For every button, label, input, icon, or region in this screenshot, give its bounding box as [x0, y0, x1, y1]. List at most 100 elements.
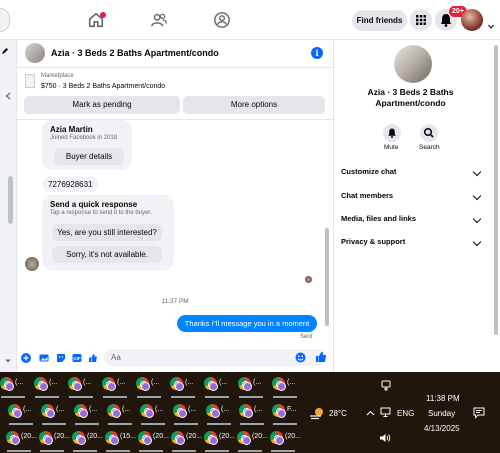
taskbar-chrome-window-button[interactable]: (... — [171, 403, 199, 425]
scrollbar-thumb[interactable] — [8, 176, 13, 224]
chat-members-row[interactable]: Chat members — [341, 191, 482, 205]
profile-overlay-icon — [107, 382, 116, 391]
taskbar-window-label: (... — [56, 406, 65, 413]
taskbar-chrome-window-button[interactable]: (... — [202, 376, 230, 398]
chat-header: Azia · 3 Beds 2 Baths Apartment/condo i — [17, 40, 333, 68]
taskbar-chrome-window-button[interactable]: (20... — [169, 430, 202, 452]
temperature[interactable]: 28°C — [329, 409, 347, 418]
taskbar-chrome-window-button[interactable]: (20... — [37, 430, 70, 452]
taskbar-chrome-window-button[interactable]: (... — [270, 376, 298, 398]
taskbar-chrome-window-button[interactable]: (... — [32, 376, 60, 398]
thumbs-up-small-icon[interactable] — [88, 353, 98, 363]
details-scrollbar-thumb[interactable] — [494, 45, 498, 335]
menu-button[interactable] — [410, 9, 432, 31]
info-icon[interactable]: i — [311, 47, 323, 59]
taskbar-chrome-window-button[interactable]: (... — [134, 376, 162, 398]
chat-scrollbar-thumb[interactable] — [325, 228, 329, 326]
taskbar-chrome-window-button[interactable]: (... — [66, 376, 94, 398]
listing-photo[interactable] — [394, 45, 432, 83]
running-indicator — [271, 450, 295, 452]
mute-button[interactable] — [383, 124, 401, 142]
windows-taskbar: (... (... (... (... (... (... (... (... (... (...… — [0, 372, 500, 453]
running-indicator — [273, 423, 297, 425]
profile-icon[interactable] — [213, 11, 231, 29]
taskbar-chrome-window-button[interactable]: (... — [100, 376, 128, 398]
language-indicator[interactable]: ENG — [397, 409, 414, 418]
taskbar-chrome-window-button[interactable]: (20... — [268, 430, 301, 452]
quick-response-option[interactable]: Yes, are you still interested? — [52, 224, 162, 241]
running-indicator — [238, 450, 262, 452]
photo-icon[interactable] — [39, 353, 49, 363]
listing-thumbnail[interactable] — [25, 43, 45, 63]
chevron-up-icon[interactable] — [366, 410, 375, 416]
media-files-links-row[interactable]: Media, files and links — [341, 214, 482, 228]
taskbar-chrome-window-button[interactable]: (... — [6, 403, 34, 425]
taskbar-chrome-window-button[interactable]: (20... — [4, 430, 37, 452]
clock-date[interactable]: 4/13/2025 — [424, 424, 460, 433]
notification-center-icon[interactable] — [473, 407, 485, 419]
emoji-icon[interactable] — [295, 352, 306, 363]
compose-icon[interactable] — [1, 47, 9, 55]
profile-overlay-icon — [145, 409, 154, 418]
taskbar-chrome-window-button[interactable]: (... — [168, 376, 196, 398]
profile-overlay-icon — [277, 382, 286, 391]
taskbar-chrome-window-button[interactable]: (... — [237, 403, 265, 425]
listing-price-title[interactable]: $750 · 3 Beds 2 Baths Apartment/condo — [41, 83, 165, 90]
sticker-icon[interactable] — [56, 353, 66, 363]
clock-day[interactable]: Sunday — [428, 409, 455, 418]
profile-overlay-icon — [209, 436, 218, 445]
profile-overlay-icon — [110, 436, 119, 445]
like-icon[interactable] — [315, 351, 327, 363]
message-input[interactable]: Aa — [104, 349, 326, 366]
home-notification-dot — [100, 12, 106, 18]
chevron-down-icon[interactable] — [488, 24, 494, 29]
buyer-details-button[interactable]: Buyer details — [54, 148, 124, 165]
profile-overlay-icon — [112, 409, 121, 418]
taskbar-chrome-window-button[interactable]: (... — [39, 403, 67, 425]
taskbar-chrome-window-button[interactable]: (20... — [235, 430, 268, 452]
copilot-icon[interactable] — [381, 380, 391, 392]
taskbar-chrome-window-button[interactable]: (... — [105, 403, 133, 425]
taskbar-chrome-window-button[interactable]: (... — [236, 376, 264, 398]
taskbar-window-label: (... — [155, 406, 164, 413]
weather-icon[interactable] — [309, 406, 325, 420]
clock-time[interactable]: 11:38 PM — [426, 394, 460, 403]
running-indicator — [73, 450, 97, 452]
mute-label: Mute — [384, 144, 399, 151]
grid-menu-icon — [416, 15, 426, 25]
buyer-avatar — [25, 257, 39, 271]
search-pill[interactable] — [0, 8, 10, 32]
privacy-support-row[interactable]: Privacy & support — [341, 237, 482, 251]
taskbar-chrome-window-button[interactable]: (20... — [70, 430, 103, 452]
taskbar-window-label: (... — [221, 406, 230, 413]
chevron-left-icon[interactable] — [5, 92, 11, 100]
seen-avatar — [305, 276, 312, 283]
account-avatar[interactable] — [461, 9, 483, 31]
taskbar-chrome-window-button[interactable]: (... — [204, 403, 232, 425]
taskbar-window-label: (... — [122, 406, 131, 413]
taskbar-chrome-window-button[interactable]: (... — [0, 376, 26, 398]
gif-icon[interactable]: GIF — [72, 353, 82, 363]
quick-response-option[interactable]: Sorry, it's not available. — [52, 246, 162, 263]
find-friends-button[interactable]: Find friends — [352, 10, 407, 31]
friends-icon[interactable] — [150, 11, 168, 29]
search-button[interactable] — [420, 124, 438, 142]
customize-chat-row[interactable]: Customize chat — [341, 167, 482, 181]
network-icon[interactable] — [380, 407, 391, 418]
taskbar-window-label: (... — [219, 379, 228, 386]
volume-icon[interactable] — [379, 433, 391, 443]
taskbar-chrome-window-button[interactable]: (... — [138, 403, 166, 425]
scroll-down-icon[interactable] — [5, 358, 11, 364]
plus-icon[interactable] — [21, 353, 31, 363]
taskbar-chrome-window-button[interactable]: (20... — [136, 430, 169, 452]
more-options-button[interactable]: More options — [183, 96, 325, 114]
taskbar-chrome-window-button[interactable]: (15... — [103, 430, 136, 452]
taskbar-chrome-window-button[interactable]: (... — [72, 403, 100, 425]
taskbar-chrome-window-button[interactable]: F... — [270, 403, 298, 425]
taskbar-chrome-window-button[interactable]: (20... — [202, 430, 235, 452]
chat-title[interactable]: Azia · 3 Beds 2 Baths Apartment/condo — [51, 48, 219, 58]
running-indicator — [35, 396, 59, 398]
taskbar-window-label: (... — [117, 379, 126, 386]
mark-as-pending-button[interactable]: Mark as pending — [24, 96, 180, 114]
running-indicator — [139, 450, 163, 452]
